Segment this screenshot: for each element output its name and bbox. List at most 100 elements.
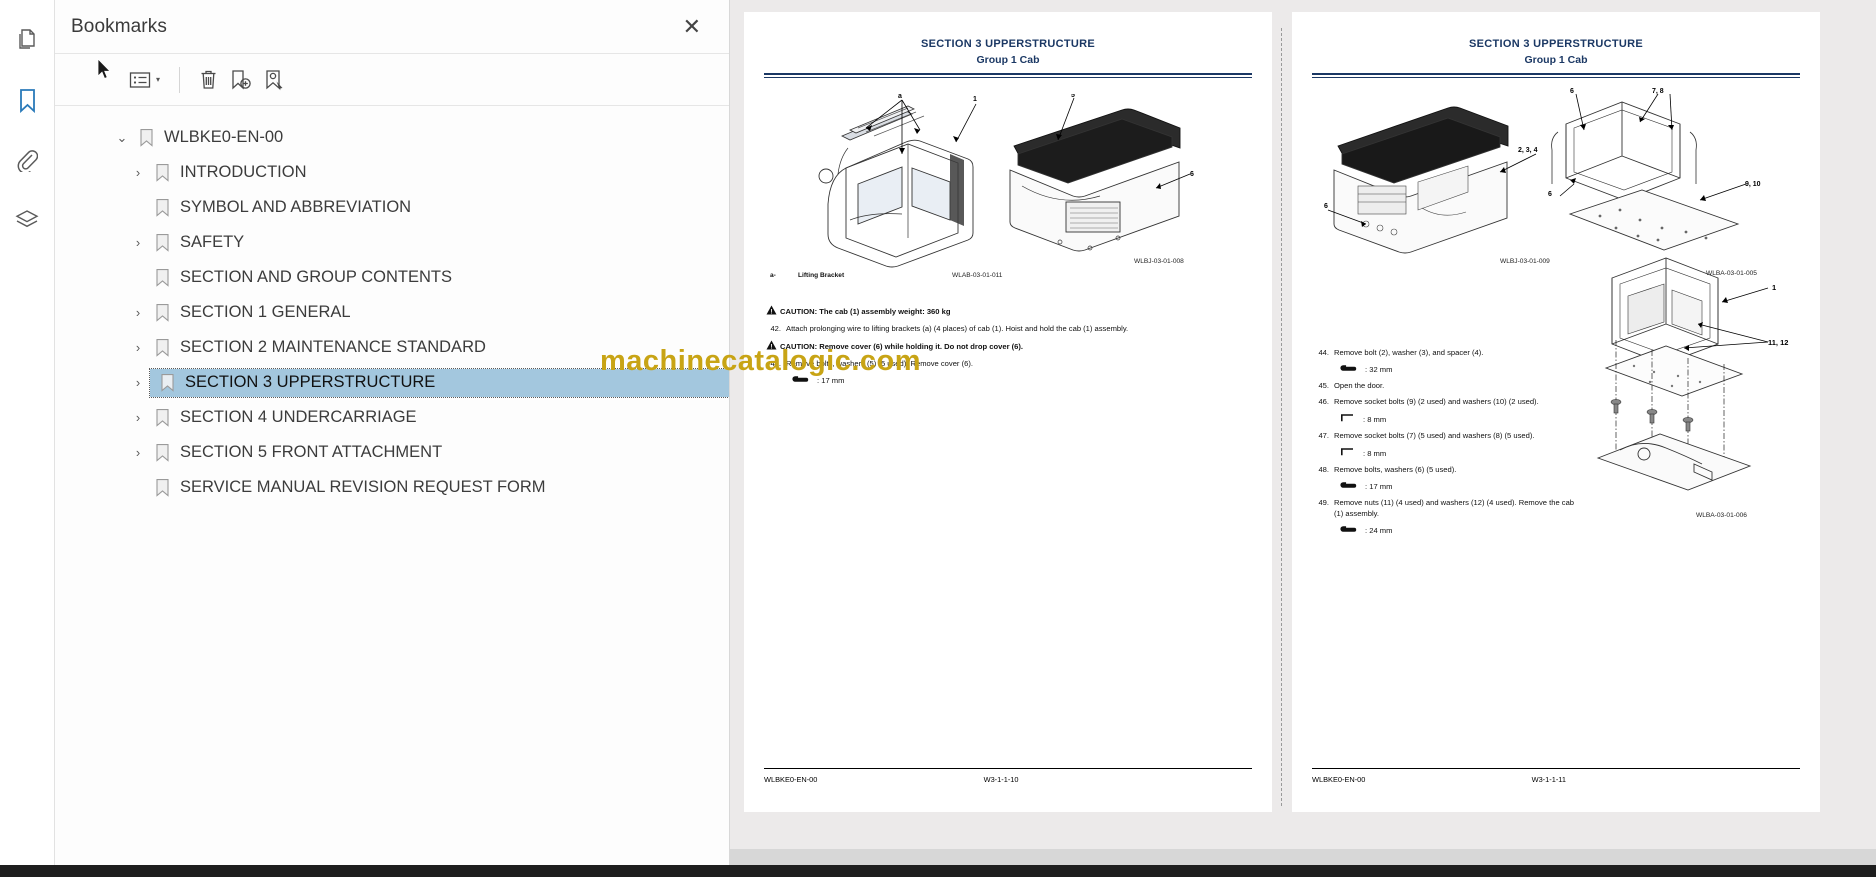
bookmark-icon bbox=[149, 338, 175, 357]
window-bottom-edge bbox=[0, 865, 1876, 877]
bookmark-options-button[interactable]: ▾ bbox=[123, 67, 166, 93]
bookmark-item-section-1-general[interactable]: › SECTION 1 GENERAL bbox=[55, 295, 729, 330]
step-45: 45. Open the door. bbox=[1314, 380, 1584, 391]
edit-bookmark-button[interactable] bbox=[258, 65, 292, 95]
bookmark-item-introduction[interactable]: › INTRODUCTION bbox=[55, 155, 729, 190]
tool-spec-24mm-text: : 24 mm bbox=[1365, 526, 1393, 535]
step-43: 43. Remove bolts, washers (5) (5 used). … bbox=[766, 358, 1250, 369]
step-47-text: Remove socket bolts (7) (5 used) and was… bbox=[1334, 431, 1535, 440]
page-header: SECTION 3 UPPERSTRUCTURE Group 1 Cab bbox=[744, 12, 1272, 66]
paperclip-icon[interactable] bbox=[7, 138, 47, 182]
cab-mount-exploded-drawing: 1 11, 12 bbox=[1596, 257, 1788, 491]
cab-interior-drawing: 2, 3, 4 6 bbox=[1324, 106, 1538, 254]
bookmark-item-section-and-group-contents[interactable]: SECTION AND GROUP CONTENTS bbox=[55, 260, 729, 295]
step-43-text: Remove bolts, washers (5) (5 used). Remo… bbox=[786, 359, 973, 368]
close-icon[interactable]: ✕ bbox=[677, 12, 707, 42]
bookmark-item-section-4-undercarriage[interactable]: › SECTION 4 UNDERCARRIAGE bbox=[55, 400, 729, 435]
page-header-section: SECTION 3 UPPERSTRUCTURE bbox=[1468, 38, 1644, 50]
page-header-section: SECTION 3 UPPERSTRUCTURE bbox=[920, 38, 1096, 50]
caution-block-1: ! CAUTION: The cab (1) assembly weight: … bbox=[766, 305, 1250, 318]
footer-page-number: W3-1-1-10 bbox=[983, 775, 1019, 784]
new-bookmark-button[interactable] bbox=[224, 65, 258, 95]
wrench-icon bbox=[792, 375, 812, 386]
bookmark-tree[interactable]: ⌄ WLBKE0-EN-00 › INTRODUCTION SYMBOL AND ABB… bbox=[55, 106, 729, 877]
hex-key-icon bbox=[1340, 447, 1358, 459]
step-47: 47. Remove socket bolts (7) (5 used) and… bbox=[1314, 430, 1584, 441]
bookmark-item-service-manual-revision-request-form[interactable]: SERVICE MANUAL REVISION REQUEST FORM bbox=[55, 470, 729, 505]
bookmark-item-label: SECTION 5 FRONT ATTACHMENT bbox=[180, 443, 443, 461]
bookmark-item-label: SYMBOL AND ABBREVIATION bbox=[180, 198, 412, 216]
chevron-right-icon[interactable]: › bbox=[127, 165, 149, 180]
chevron-right-icon[interactable]: › bbox=[127, 445, 149, 460]
step-48-text: Remove bolts, washers (6) (5 used). bbox=[1334, 465, 1457, 474]
step-46-text: Remove socket bolts (9) (2 used) and was… bbox=[1334, 397, 1539, 406]
chevron-right-icon[interactable]: › bbox=[127, 410, 149, 425]
bookmarks-panel-header: Bookmarks ✕ bbox=[55, 0, 729, 54]
step-44: 44. Remove bolt (2), washer (3), and spa… bbox=[1314, 347, 1584, 358]
bookmark-item-section-2-maintenance-standard[interactable]: › SECTION 2 MAINTENANCE STANDARD bbox=[55, 330, 729, 365]
bookmark-icon bbox=[149, 163, 175, 182]
tool-spec-8mm-b: : 8 mm bbox=[1340, 447, 1584, 459]
pdf-page-right: SECTION 3 UPPERSTRUCTURE Group 1 Cab 2, … bbox=[1292, 12, 1820, 812]
page-thumbnails-icon[interactable] bbox=[7, 18, 47, 62]
step-45-text: Open the door. bbox=[1334, 381, 1385, 390]
bookmarks-toolbar: ▾ bbox=[55, 54, 729, 106]
caution-text-1: CAUTION: The cab (1) assembly weight: 36… bbox=[780, 307, 951, 316]
layers-icon[interactable] bbox=[7, 198, 47, 242]
bookmark-item-symbol-and-abbreviation[interactable]: SYMBOL AND ABBREVIATION bbox=[55, 190, 729, 225]
step-48-number: 48. bbox=[1318, 465, 1329, 474]
footer-doc-id: WLBKE0-EN-00 bbox=[1312, 775, 1366, 784]
bookmark-item-label: SECTION 4 UNDERCARRIAGE bbox=[180, 408, 417, 426]
page-footer-left: WLBKE0-EN-00 W3-1-1-10 bbox=[764, 768, 1252, 784]
step-44-number: 44. bbox=[1318, 348, 1329, 357]
chevron-right-icon[interactable]: › bbox=[127, 235, 149, 250]
tool-spec-8mm-a-text: : 8 mm bbox=[1363, 414, 1387, 424]
figure-code-5: WLBA-03-01-006 bbox=[1696, 512, 1747, 519]
caution-text-2: CAUTION: Remove cover (6) while holding … bbox=[780, 342, 1024, 351]
bookmark-item-label: SECTION 1 GENERAL bbox=[180, 303, 351, 321]
tool-spec-32mm: : 32 mm bbox=[1340, 364, 1584, 375]
step-44-text: Remove bolt (2), washer (3), and spacer … bbox=[1334, 348, 1484, 357]
page-footer-right: WLBKE0-EN-00 W3-1-1-11 bbox=[1312, 768, 1800, 784]
step-43-number: 43. bbox=[770, 359, 781, 368]
chevron-right-icon[interactable]: › bbox=[127, 340, 149, 355]
chevron-right-icon[interactable]: › bbox=[127, 305, 149, 320]
bookmark-icon[interactable] bbox=[7, 78, 47, 122]
bookmark-icon bbox=[149, 233, 175, 252]
panel-title: Bookmarks bbox=[71, 15, 167, 37]
bookmark-item-label: SAFETY bbox=[180, 233, 245, 251]
figure-code-1: WLAB-03-01-011 bbox=[952, 272, 1003, 279]
svg-text:2, 3, 4: 2, 3, 4 bbox=[1518, 147, 1538, 154]
svg-text:6: 6 bbox=[1324, 203, 1328, 210]
step-46: 46. Remove socket bolts (9) (2 used) and… bbox=[1314, 396, 1584, 407]
header-rule-thin bbox=[1312, 77, 1800, 78]
tool-spec-17mm-text: : 17 mm bbox=[817, 376, 845, 385]
wrench-icon bbox=[1340, 481, 1360, 492]
wrench-icon bbox=[1340, 364, 1360, 375]
page-separator bbox=[1272, 12, 1292, 822]
footer-doc-id: WLBKE0-EN-00 bbox=[764, 775, 818, 784]
delete-bookmark-button[interactable] bbox=[193, 65, 224, 95]
step-49-number: 49. bbox=[1318, 498, 1329, 507]
bookmark-item-safety[interactable]: › SAFETY bbox=[55, 225, 729, 260]
bookmark-icon bbox=[149, 268, 175, 287]
bookmark-icon bbox=[149, 478, 175, 497]
bookmark-item-label: WLBKE0-EN-00 bbox=[164, 128, 284, 146]
step-42-number: 42. bbox=[770, 324, 781, 333]
bookmark-icon bbox=[133, 128, 159, 147]
bookmark-item-section-3-upperstructure[interactable]: › SECTION 3 UPPERSTRUCTURE bbox=[55, 365, 729, 400]
hex-key-icon bbox=[1340, 413, 1358, 425]
bookmark-item-wlbke0-en-00[interactable]: ⌄ WLBKE0-EN-00 bbox=[55, 120, 729, 155]
chevron-down-icon[interactable]: ⌄ bbox=[111, 130, 133, 146]
step-45-number: 45. bbox=[1318, 381, 1329, 390]
tool-spec-32mm-text: : 32 mm bbox=[1365, 365, 1393, 374]
page-header-group: Group 1 Cab bbox=[1524, 54, 1588, 66]
bookmark-icon bbox=[149, 443, 175, 462]
header-rule bbox=[1312, 73, 1800, 75]
chevron-right-icon[interactable]: › bbox=[127, 375, 149, 390]
pdf-page-left: SECTION 3 UPPERSTRUCTURE Group 1 Cab a 1… bbox=[744, 12, 1272, 812]
document-viewer[interactable]: SECTION 3 UPPERSTRUCTURE Group 1 Cab a 1… bbox=[730, 0, 1876, 877]
page-spread-container: SECTION 3 UPPERSTRUCTURE Group 1 Cab a 1… bbox=[730, 0, 1876, 849]
header-rule-thin bbox=[764, 77, 1252, 78]
bookmark-item-section-5-front-attachment[interactable]: › SECTION 5 FRONT ATTACHMENT bbox=[55, 435, 729, 470]
